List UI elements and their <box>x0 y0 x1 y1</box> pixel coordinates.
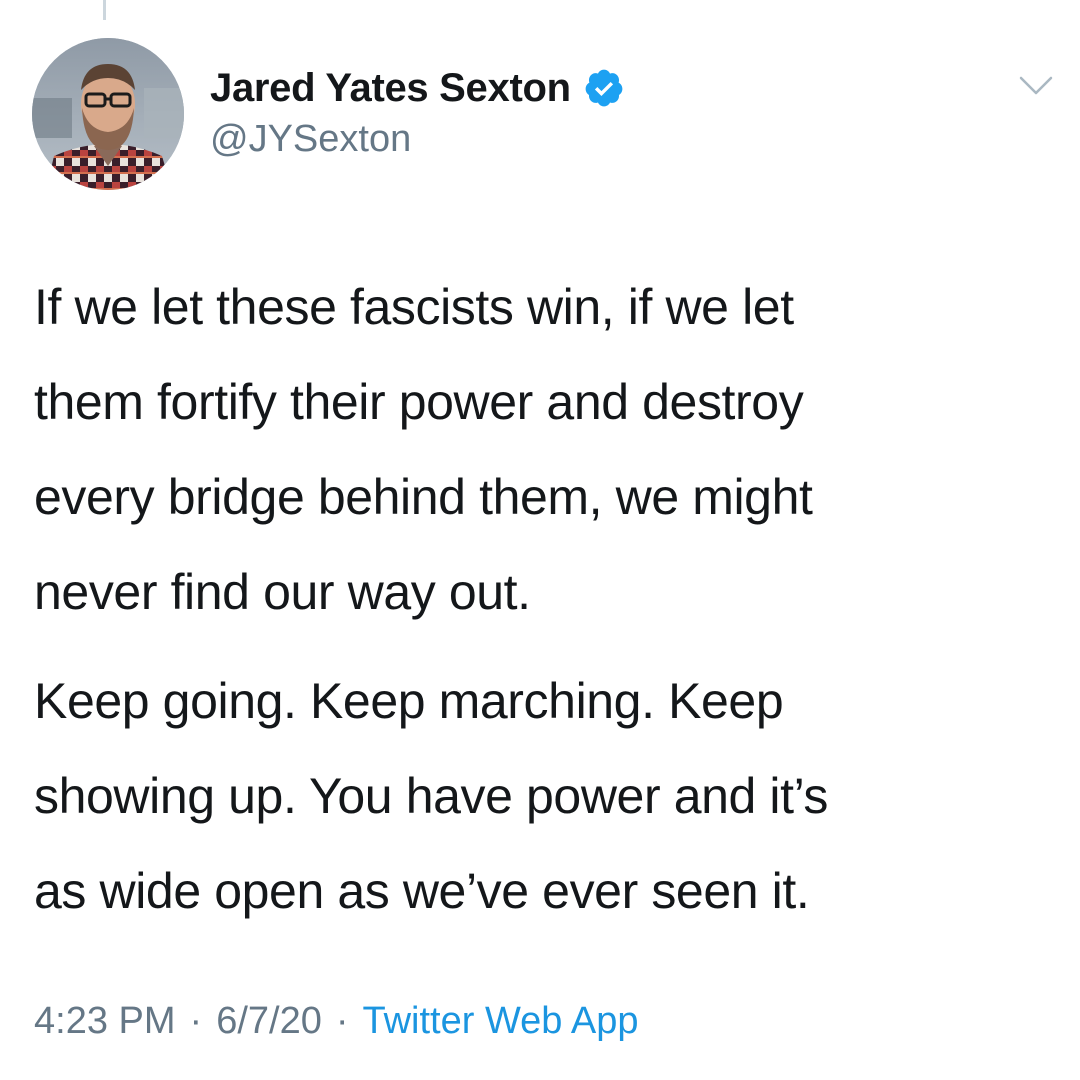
tweet-text: If we let these fascists win, if we let … <box>34 260 1044 939</box>
tweet-date[interactable]: 6/7/20 <box>216 1000 322 1043</box>
avatar[interactable] <box>32 38 184 190</box>
tweet-metadata: 4:23 PM · 6/7/20 · Twitter Web App <box>34 1000 638 1043</box>
tweet-paragraph: If we let these fascists win, if we let … <box>34 279 813 620</box>
meta-separator: · <box>189 1000 203 1042</box>
thread-connector-line <box>103 0 106 20</box>
tweet-paragraph: Keep going. Keep marching. Keep showing … <box>34 673 829 919</box>
tweet-source-link[interactable]: Twitter Web App <box>363 1000 639 1043</box>
author-handle[interactable]: @JYSexton <box>210 118 411 161</box>
verified-badge-icon <box>583 67 625 109</box>
meta-separator: · <box>335 1000 349 1042</box>
author-display-name[interactable]: Jared Yates Sexton <box>210 66 571 111</box>
profile-photo <box>32 38 184 190</box>
author-name-row[interactable]: Jared Yates Sexton <box>210 62 625 114</box>
chevron-down-icon[interactable] <box>1018 74 1054 98</box>
tweet-time[interactable]: 4:23 PM <box>34 1000 176 1043</box>
